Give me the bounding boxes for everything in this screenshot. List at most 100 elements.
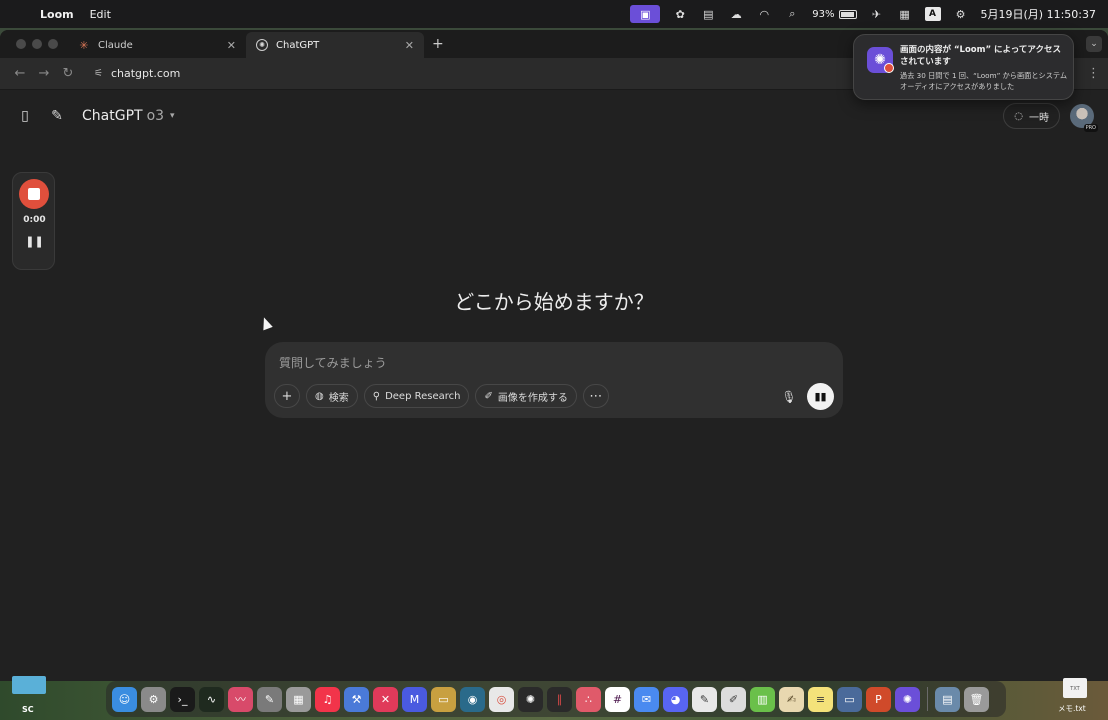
- reload-icon[interactable]: ↻: [56, 66, 80, 81]
- tab-title: ChatGPT: [276, 39, 320, 51]
- pause-recording-button[interactable]: ❚❚: [13, 235, 56, 248]
- text-file-icon[interactable]: TXT: [1063, 678, 1087, 698]
- terminal-icon[interactable]: ›_: [170, 686, 195, 712]
- more-tools-button[interactable]: ⋯: [582, 384, 609, 408]
- clipboard-icon[interactable]: ▤: [700, 7, 716, 21]
- messenger-icon[interactable]: ✉: [634, 686, 659, 712]
- screen-sharing-icon[interactable]: ▭: [837, 686, 862, 712]
- chatgpt-icon: ✺: [256, 39, 268, 51]
- forward-arrow-icon[interactable]: →: [32, 66, 56, 81]
- stop-recording-button[interactable]: [19, 179, 49, 209]
- deep-research-button[interactable]: ⚲ Deep Research: [363, 384, 470, 408]
- model-version: o3: [146, 108, 165, 124]
- activity-monitor-icon[interactable]: ∿: [199, 686, 224, 712]
- zoom-window-button[interactable]: [48, 39, 58, 49]
- notes-icon[interactable]: ≡: [808, 686, 833, 712]
- calculator-icon[interactable]: ▦: [286, 686, 311, 712]
- m-app-icon[interactable]: M: [402, 686, 427, 712]
- slack-icon[interactable]: #: [605, 686, 630, 712]
- folder-icon[interactable]: ▭: [431, 686, 456, 712]
- control-center-icon[interactable]: ⚙: [953, 7, 969, 21]
- close-window-button[interactable]: [16, 39, 26, 49]
- screen-access-notification[interactable]: ✺ 画面の内容が “Loom” によってアクセスされています 過去 30 日間で…: [853, 34, 1074, 100]
- battery-status[interactable]: 93%: [812, 8, 857, 20]
- battery-percent: 93%: [812, 8, 835, 20]
- trash-icon[interactable]: 🗑: [964, 686, 989, 712]
- stop-icon: [28, 188, 40, 200]
- menu-bar: Loom Edit ▣ ✿ ▤ ☁ ◠ ⌕ 93% ✈ ▦ A ⚙ 5月19日(…: [0, 0, 1108, 28]
- menubar-clock[interactable]: 5月19日(月) 11:50:37: [981, 6, 1096, 22]
- desktop-folder-label: SC: [22, 705, 34, 714]
- powerpoint-icon[interactable]: P: [866, 686, 891, 712]
- voice-memos-icon[interactable]: ∥: [547, 686, 572, 712]
- xcode-icon[interactable]: ⚒: [344, 686, 369, 712]
- battery-icon: [838, 9, 857, 19]
- close-tab-icon[interactable]: ✕: [227, 39, 236, 52]
- sidebar-toggle-icon[interactable]: ▯: [14, 105, 36, 127]
- composer-tools: + ◍ 検索 ⚲ Deep Research ✐ 画像を作成する ⋯: [274, 384, 609, 408]
- asana-icon[interactable]: ∴: [576, 686, 601, 712]
- deep-research-label: Deep Research: [385, 390, 461, 402]
- telescope-icon: ⚲: [372, 390, 381, 402]
- voice-mode-button[interactable]: ▮▮: [807, 383, 834, 410]
- wifi-icon[interactable]: ◠: [756, 7, 772, 21]
- model-name: ChatGPT: [82, 108, 143, 124]
- browser-window: ✳ Claude ✕ ✺ ChatGPT ✕ + ⌄ ← → ↻ ⚟ chatg…: [0, 30, 1108, 681]
- new-chat-icon[interactable]: ✎: [46, 105, 68, 127]
- desktop-folder-icon[interactable]: [12, 676, 46, 694]
- textedit-icon[interactable]: ✐: [721, 686, 746, 712]
- chatgpt-app-icon[interactable]: ✺: [518, 686, 543, 712]
- pro-badge: PRO: [1083, 124, 1098, 132]
- loom-dock-icon[interactable]: ✺: [895, 686, 920, 712]
- input-source-indicator[interactable]: A: [924, 7, 941, 21]
- dock-separator: [927, 687, 928, 711]
- menu-edit[interactable]: Edit: [90, 8, 111, 21]
- image-brush-icon: ✐: [484, 390, 493, 402]
- create-image-button[interactable]: ✐ 画像を作成する: [475, 384, 577, 408]
- downloads-stack-icon[interactable]: ▤: [935, 686, 960, 712]
- x-app-icon[interactable]: ✕: [373, 686, 398, 712]
- temporary-chat-button[interactable]: ◌ 一時: [1003, 103, 1060, 129]
- prompt-composer[interactable]: 質問してみましょう + ◍ 検索 ⚲ Deep Research ✐ 画像を作成…: [265, 342, 843, 418]
- script-editor-icon[interactable]: ✎: [692, 686, 717, 712]
- close-tab-icon[interactable]: ✕: [405, 39, 414, 52]
- back-arrow-icon[interactable]: ←: [8, 66, 32, 81]
- system-settings-icon[interactable]: ⚙: [141, 686, 166, 712]
- tab-claude[interactable]: ✳ Claude ✕: [68, 32, 246, 58]
- menu-extras: ▣ ✿ ▤ ☁ ◠ ⌕ 93% ✈ ▦ A ⚙ 5月19日(月) 11:50:3…: [630, 5, 1108, 23]
- calendar-grid-icon[interactable]: ▦: [897, 7, 913, 21]
- notes-paper-icon[interactable]: ✍: [779, 686, 804, 712]
- chrome-icon[interactable]: ◎: [489, 686, 514, 712]
- music-icon[interactable]: ♫: [315, 686, 340, 712]
- cloud-icon[interactable]: ☁: [728, 7, 744, 21]
- browser-menu-icon[interactable]: ⋮: [1087, 66, 1100, 81]
- bird-icon[interactable]: ✈: [869, 7, 885, 21]
- avatar[interactable]: PRO: [1070, 104, 1098, 132]
- minimize-window-button[interactable]: [32, 39, 42, 49]
- microphone-icon[interactable]: 🎙: [777, 385, 801, 409]
- menu-app-name[interactable]: Loom: [40, 8, 74, 21]
- new-tab-button[interactable]: +: [432, 36, 444, 52]
- recording-timer: 0:00: [23, 215, 46, 225]
- spotlight-search-icon[interactable]: ⌕: [784, 7, 800, 21]
- model-selector[interactable]: ChatGPT o3 ▾: [82, 108, 175, 124]
- search-label: 検索: [328, 392, 349, 404]
- finder-icon[interactable]: ☺: [112, 686, 137, 712]
- prompt-input[interactable]: 質問してみましょう: [279, 354, 387, 371]
- chatgpt-header: ▯ ✎ ChatGPT o3 ▾ ◌ 一時 PRO: [0, 94, 1108, 138]
- preview-icon[interactable]: ◉: [460, 686, 485, 712]
- discord-icon[interactable]: ◕: [663, 686, 688, 712]
- notification-body: 過去 30 日間で 1 回、“Loom” から画面とシステムオーディオにアクセス…: [900, 71, 1068, 91]
- numbers-icon[interactable]: ▥: [750, 686, 775, 712]
- flower-icon[interactable]: ✿: [672, 7, 688, 21]
- url-field[interactable]: ⚟ chatgpt.com: [86, 62, 826, 86]
- freeform-icon[interactable]: 〰: [228, 686, 253, 712]
- search-button[interactable]: ◍ 検索: [306, 384, 358, 408]
- loom-menubar-icon[interactable]: ▣: [630, 5, 661, 23]
- pencil-app-icon[interactable]: ✎: [257, 686, 282, 712]
- add-attachment-button[interactable]: +: [274, 384, 300, 408]
- recording-badge-icon: [884, 63, 894, 73]
- site-settings-icon[interactable]: ⚟: [94, 68, 103, 79]
- tab-chatgpt[interactable]: ✺ ChatGPT ✕: [246, 32, 424, 58]
- tab-search-chevron-icon[interactable]: ⌄: [1086, 36, 1102, 52]
